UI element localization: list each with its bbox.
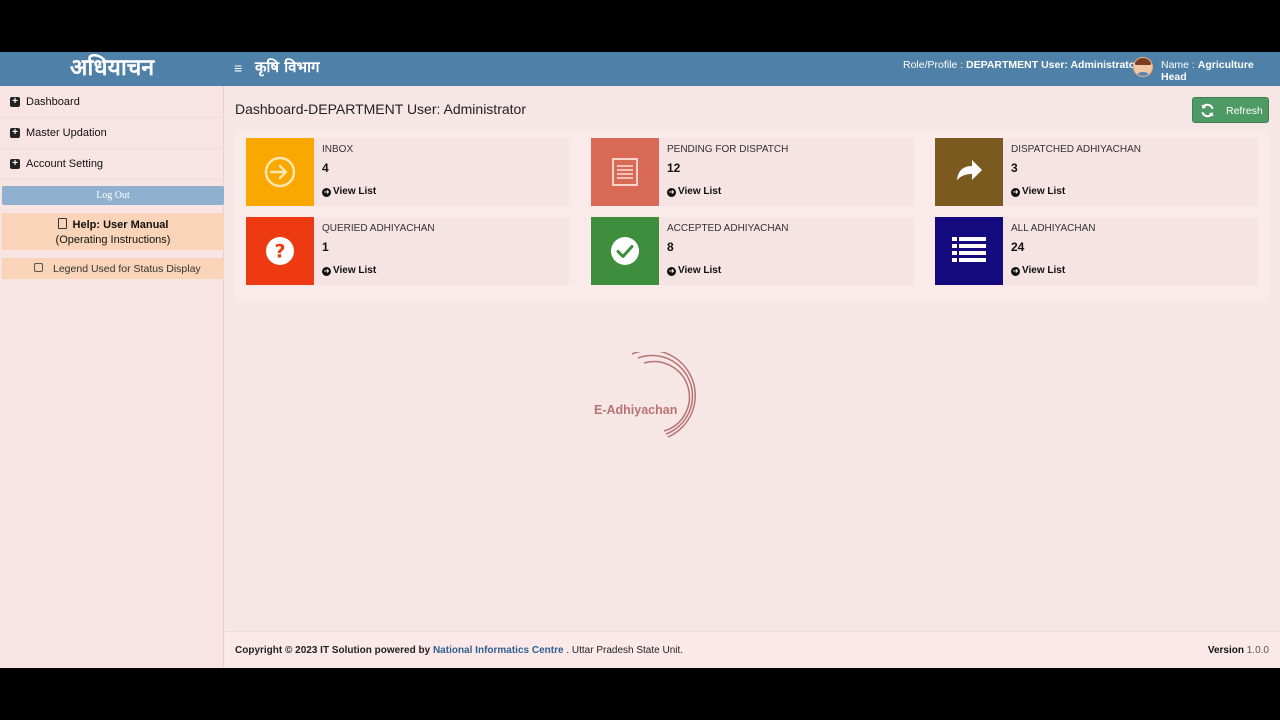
arrow-circle-right-icon: ➜ — [667, 188, 676, 197]
view-list-link[interactable]: ➜ View List — [322, 265, 376, 276]
name-label: Name : — [1161, 59, 1195, 71]
logout-button[interactable]: Log Out — [2, 186, 224, 205]
user-name[interactable]: Name : Agriculture Head — [1161, 59, 1280, 83]
card-count: 3 — [1011, 161, 1018, 175]
card-count: 4 — [322, 161, 329, 175]
list-alt-icon — [612, 158, 638, 186]
hamburger-menu-icon[interactable]: ≡ — [234, 60, 242, 76]
copyright: Copyright © 2023 IT Solution powered by … — [235, 645, 684, 656]
user-avatar[interactable] — [1133, 57, 1153, 77]
version: Version 1.0.0 — [1207, 645, 1269, 656]
sign-in-icon — [264, 156, 296, 188]
brand-logo[interactable]: अधियाचन — [0, 52, 224, 86]
sidebar-item-account-setting[interactable]: + Account Setting — [0, 149, 224, 180]
help-user-manual-link[interactable]: Help: User Manual (Operating Instruction… — [2, 213, 224, 250]
page-title: Dashboard-DEPARTMENT User: Administrator — [235, 101, 526, 117]
svg-text:?: ? — [274, 241, 285, 263]
view-list-link[interactable]: ➜ View List — [1011, 186, 1065, 197]
plus-square-icon: + — [10, 128, 20, 138]
sidebar-item-master-updation[interactable]: + Master Updation — [0, 118, 224, 149]
list-icon — [952, 237, 986, 262]
card-count: 8 — [667, 240, 674, 254]
loading-spinner: E-Adhiyachan — [594, 349, 704, 442]
refresh-icon — [1201, 103, 1214, 118]
sidebar-item-label: Master Updation — [26, 127, 107, 139]
department-title: कृषि विभाग — [255, 58, 320, 76]
all-tile — [935, 217, 1003, 285]
card-title: PENDING FOR DISPATCH — [667, 144, 789, 155]
role-label: Role/Profile : — [903, 59, 964, 71]
main-content: Dashboard-DEPARTMENT User: Administrator… — [225, 86, 1280, 631]
loader-text: E-Adhiyachan — [594, 403, 678, 417]
card-title: DISPATCHED ADHIYACHAN — [1011, 144, 1142, 155]
square-icon — [34, 263, 43, 272]
top-header: अधियाचन ≡ कृषि विभाग Role/Profile : DEPA… — [0, 52, 1280, 86]
view-list-link[interactable]: ➜ View List — [1011, 265, 1065, 276]
inbox-card[interactable]: INBOX 4 ➜ View List — [246, 138, 569, 206]
arrow-circle-right-icon: ➜ — [1011, 188, 1020, 197]
queried-tile: ? — [246, 217, 314, 285]
help-title: Help: User Manual — [72, 219, 169, 231]
footer: Copyright © 2023 IT Solution powered by … — [225, 631, 1280, 668]
refresh-label: Refresh — [1226, 105, 1263, 117]
view-list-link[interactable]: ➜ View List — [667, 265, 721, 276]
app-frame: अधियाचन ≡ कृषि विभाग Role/Profile : DEPA… — [0, 52, 1280, 668]
arrow-circle-right-icon: ➜ — [667, 267, 676, 276]
share-arrow-icon — [957, 160, 982, 180]
accepted-card[interactable]: ACCEPTED ADHIYACHAN 8 ➜ View List — [591, 217, 914, 285]
sidebar: + Dashboard + Master Updation + Account … — [0, 86, 224, 668]
arrow-circle-right-icon: ➜ — [322, 267, 331, 276]
refresh-button[interactable]: Refresh — [1192, 97, 1269, 123]
legend-label: Legend Used for Status Display — [53, 263, 201, 275]
dispatched-tile — [935, 138, 1003, 206]
pending-dispatch-card[interactable]: PENDING FOR DISPATCH 12 ➜ View List — [591, 138, 914, 206]
arrow-circle-right-icon: ➜ — [322, 188, 331, 197]
pdf-file-icon — [57, 218, 67, 229]
nic-link[interactable]: National Informatics Centre — [433, 645, 564, 656]
sidebar-item-label: Account Setting — [26, 158, 104, 170]
help-subtitle: (Operating Instructions) — [55, 234, 171, 246]
card-title: INBOX — [322, 144, 354, 155]
plus-square-icon: + — [10, 97, 20, 107]
check-circle-icon — [611, 237, 639, 265]
all-adhiyachan-card[interactable]: ALL ADHIYACHAN 24 ➜ View List — [935, 217, 1258, 285]
question-circle-icon: ? — [266, 237, 294, 265]
view-list-link[interactable]: ➜ View List — [667, 186, 721, 197]
role-value: DEPARTMENT User: Administrator — [966, 59, 1140, 71]
card-title: ACCEPTED ADHIYACHAN — [667, 223, 789, 234]
dispatched-card[interactable]: DISPATCHED ADHIYACHAN 3 ➜ View List — [935, 138, 1258, 206]
card-title: ALL ADHIYACHAN — [1011, 223, 1096, 234]
card-count: 1 — [322, 240, 329, 254]
pending-tile — [591, 138, 659, 206]
inbox-tile — [246, 138, 314, 206]
accepted-tile — [591, 217, 659, 285]
role-profile: Role/Profile : DEPARTMENT User: Administ… — [903, 59, 1139, 71]
spinner-arcs-icon — [631, 349, 696, 438]
queried-card[interactable]: ? QUERIED ADHIYACHAN 1 ➜ View List — [246, 217, 569, 285]
arrow-circle-right-icon: ➜ — [1011, 267, 1020, 276]
legend-status-link[interactable]: Legend Used for Status Display — [2, 258, 224, 279]
stats-panel: INBOX 4 ➜ View List PENDING FOR DISPATCH … — [235, 130, 1269, 302]
card-count: 24 — [1011, 240, 1025, 254]
plus-square-icon: + — [10, 159, 20, 169]
card-title: QUERIED ADHIYACHAN — [322, 223, 435, 234]
sidebar-item-label: Dashboard — [26, 96, 80, 108]
card-count: 12 — [667, 161, 681, 175]
view-list-link[interactable]: ➜ View List — [322, 186, 376, 197]
sidebar-item-dashboard[interactable]: + Dashboard — [0, 87, 224, 118]
